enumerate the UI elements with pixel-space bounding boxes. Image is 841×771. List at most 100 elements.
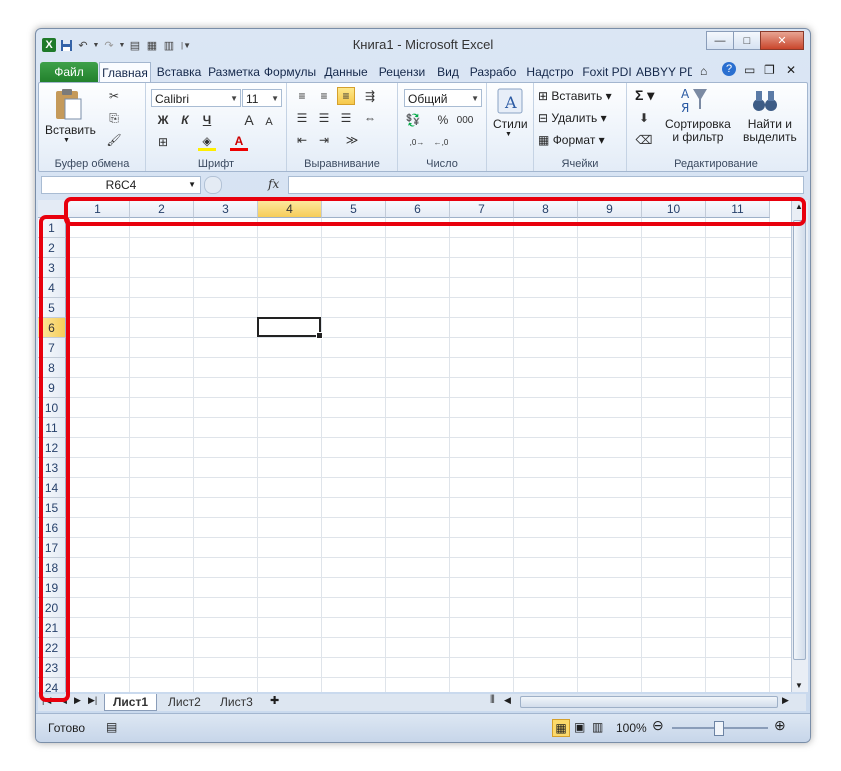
sheet-tab-3[interactable]: Лист3 xyxy=(212,694,261,710)
decrease-decimal-icon[interactable]: ←,0 xyxy=(432,133,450,151)
italic-button[interactable]: К xyxy=(176,111,194,129)
find-select-button[interactable]: Найти и выделить xyxy=(743,118,797,144)
wrap-text-icon[interactable]: ⇶ xyxy=(361,87,379,105)
tab-split-handle[interactable]: ⦀ xyxy=(490,694,495,707)
row-header[interactable]: 14 xyxy=(38,478,66,498)
sort-filter-icon[interactable]: АЯ xyxy=(679,85,709,115)
workbook-restore-icon[interactable]: ❐ xyxy=(764,63,775,77)
column-header[interactable]: 2 xyxy=(130,200,194,218)
column-header[interactable]: 11 xyxy=(706,200,770,218)
column-header[interactable]: 3 xyxy=(194,200,258,218)
name-box[interactable]: R6C4 ▼ xyxy=(41,176,201,194)
row-header[interactable]: 22 xyxy=(38,638,66,658)
copy-icon[interactable]: ⎘ xyxy=(105,109,123,127)
horizontal-scroll-thumb[interactable] xyxy=(520,696,778,708)
workbook-minimize-icon[interactable]: ▭ xyxy=(744,63,755,77)
prev-sheet-icon[interactable]: ◀ xyxy=(60,695,67,706)
row-header[interactable]: 20 xyxy=(38,598,66,618)
row-header[interactable]: 24 xyxy=(38,678,66,692)
row-header[interactable]: 16 xyxy=(38,518,66,538)
ribbon-collapse-icon[interactable]: ⌂ xyxy=(700,64,707,78)
font-size-select[interactable]: 11 ▼ xyxy=(242,89,282,107)
vertical-scrollbar[interactable]: ▲ ▼ xyxy=(791,200,808,692)
number-format-select[interactable]: Общий ▼ xyxy=(404,89,482,107)
tab-foxit-pdf[interactable]: Foxit PDI xyxy=(580,62,634,82)
align-top-icon[interactable]: ≡ xyxy=(293,87,311,105)
cell-area[interactable] xyxy=(66,218,791,692)
align-middle-icon[interactable]: ≡ xyxy=(315,87,333,105)
row-header[interactable]: 9 xyxy=(38,378,66,398)
last-sheet-icon[interactable]: ▶| xyxy=(88,695,97,706)
paste-dropdown-icon[interactable]: ▼ xyxy=(63,137,70,144)
row-header[interactable]: 2 xyxy=(38,238,66,258)
insert-cells-button[interactable]: ⊞ Вставить ▾ xyxy=(538,89,612,103)
column-header[interactable]: 9 xyxy=(578,200,642,218)
format-cells-button[interactable]: ▦ Формат ▾ xyxy=(538,133,605,147)
autosum-button[interactable]: Σ ▾ xyxy=(635,87,654,104)
row-header[interactable]: 7 xyxy=(38,338,66,358)
row-header[interactable]: 4 xyxy=(38,278,66,298)
column-header[interactable]: 7 xyxy=(450,200,514,218)
tab-insert[interactable]: Вставка xyxy=(152,62,206,82)
binoculars-icon[interactable] xyxy=(751,87,779,115)
column-header[interactable]: 8 xyxy=(514,200,578,218)
normal-view-icon[interactable]: ▦ xyxy=(552,719,570,737)
tab-developer[interactable]: Разрабо xyxy=(466,62,520,82)
row-header[interactable]: 8 xyxy=(38,358,66,378)
sheet-tab-2[interactable]: Лист2 xyxy=(160,694,209,710)
align-left-icon[interactable]: ☰ xyxy=(293,109,311,127)
row-header[interactable]: 23 xyxy=(38,658,66,678)
row-header[interactable]: 19 xyxy=(38,578,66,598)
currency-icon[interactable]: 💱 xyxy=(404,111,422,129)
active-cell[interactable] xyxy=(257,317,323,339)
row-header[interactable]: 10 xyxy=(38,398,66,418)
font-color-button[interactable]: A xyxy=(230,133,248,151)
tab-view[interactable]: Вид xyxy=(432,62,464,82)
row-header[interactable]: 12 xyxy=(38,438,66,458)
macro-record-icon[interactable]: ▤ xyxy=(106,720,117,734)
delete-cells-button[interactable]: ⊟ Удалить ▾ xyxy=(538,111,607,125)
underline-button[interactable]: Ч xyxy=(198,111,216,129)
tab-formulas[interactable]: Формулы xyxy=(262,62,318,82)
row-header[interactable]: 5 xyxy=(38,298,66,318)
row-header[interactable]: 13 xyxy=(38,458,66,478)
zoom-out-icon[interactable]: ⊖ xyxy=(652,717,664,734)
tab-abbyy-pdf[interactable]: ABBYY PD xyxy=(636,62,692,82)
orientation-icon[interactable]: ≫ xyxy=(343,131,361,149)
align-right-icon[interactable]: ☰ xyxy=(337,109,355,127)
scroll-up-icon[interactable]: ▲ xyxy=(795,202,803,211)
page-layout-view-icon[interactable]: ▣ xyxy=(574,720,585,734)
help-icon[interactable]: ? xyxy=(722,62,736,76)
scroll-right-icon[interactable]: ▶ xyxy=(782,695,789,706)
format-painter-icon[interactable]: 🖌 xyxy=(105,131,123,149)
tab-review[interactable]: Рецензи xyxy=(374,62,430,82)
tab-addins[interactable]: Надстро xyxy=(522,62,578,82)
paste-icon[interactable] xyxy=(51,87,85,121)
row-header[interactable]: 1 xyxy=(38,218,66,238)
row-header[interactable]: 18 xyxy=(38,558,66,578)
scroll-down-icon[interactable]: ▼ xyxy=(795,681,803,690)
close-button[interactable]: ✕ xyxy=(760,31,804,50)
align-center-icon[interactable]: ☰ xyxy=(315,109,333,127)
styles-dropdown-icon[interactable]: ▼ xyxy=(505,131,512,138)
maximize-button[interactable]: □ xyxy=(733,31,761,50)
column-header[interactable]: 5 xyxy=(322,200,386,218)
increase-decimal-icon[interactable]: ,0→ xyxy=(408,133,426,151)
vertical-scroll-thumb[interactable] xyxy=(793,220,806,660)
expand-namebox-handle[interactable] xyxy=(204,176,222,194)
tab-page-layout[interactable]: Разметка xyxy=(208,62,260,82)
percent-button[interactable]: % xyxy=(434,111,452,129)
shrink-font-button[interactable]: A xyxy=(260,113,278,131)
zoom-level[interactable]: 100% xyxy=(616,721,647,735)
next-sheet-icon[interactable]: ▶ xyxy=(74,695,81,706)
first-sheet-icon[interactable]: |◀ xyxy=(42,695,51,706)
chevron-down-icon[interactable]: ▼ xyxy=(188,177,196,193)
decrease-indent-icon[interactable]: ⇤ xyxy=(293,131,311,149)
column-header[interactable]: 10 xyxy=(642,200,706,218)
paste-button[interactable]: Вставить xyxy=(45,123,96,137)
tab-data[interactable]: Данные xyxy=(320,62,372,82)
fill-color-icon[interactable]: ◈ xyxy=(198,133,216,151)
font-name-select[interactable]: Calibri ▼ xyxy=(151,89,241,107)
select-all-corner[interactable] xyxy=(38,200,66,218)
grow-font-button[interactable]: A xyxy=(240,111,258,129)
